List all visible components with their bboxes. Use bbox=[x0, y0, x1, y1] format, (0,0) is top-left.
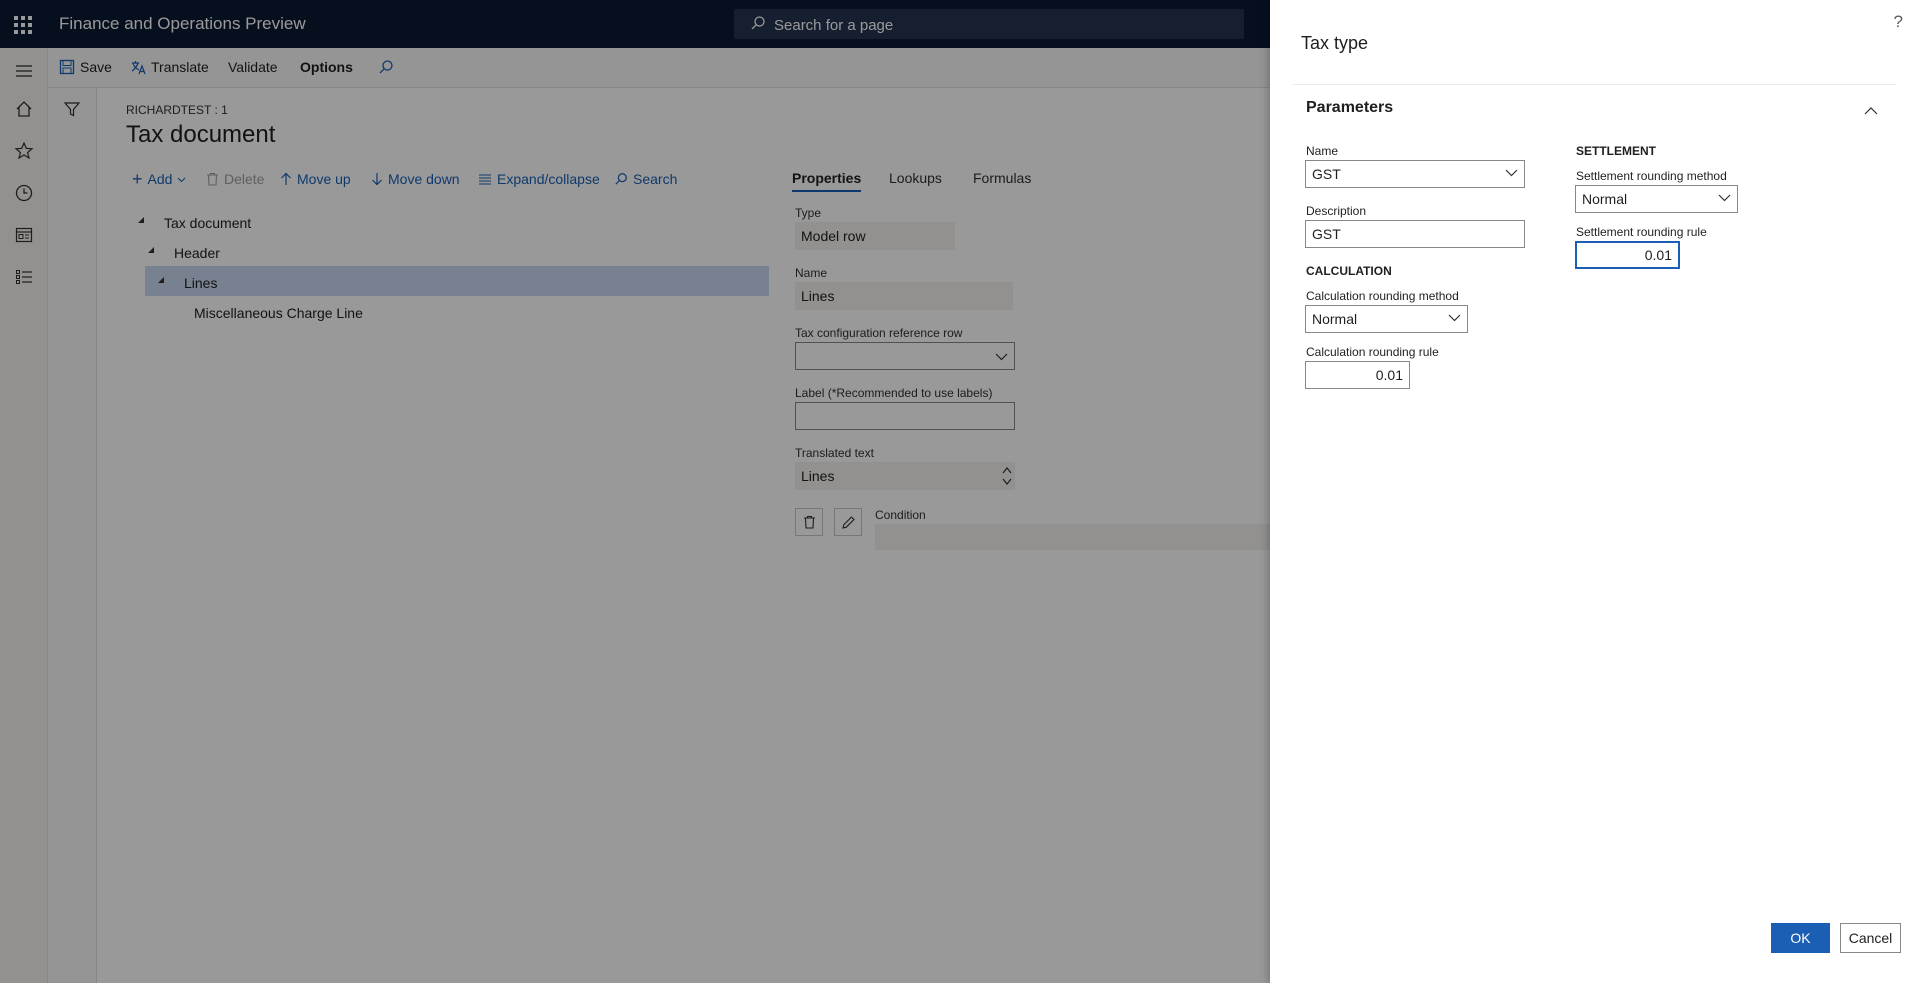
settle-rounding-method-value: Normal bbox=[1582, 191, 1628, 207]
name-value: GST bbox=[1312, 166, 1341, 182]
chevron-up-icon[interactable] bbox=[1864, 102, 1878, 118]
dialog-title: Tax type bbox=[1301, 33, 1369, 53]
help-icon[interactable]: ? bbox=[1894, 12, 1903, 32]
calc-rounding-rule-label: Calculation rounding rule bbox=[1306, 345, 1439, 359]
name-dropdown[interactable]: GST bbox=[1305, 160, 1525, 188]
modal-overlay bbox=[0, 0, 1270, 983]
chevron-down-icon bbox=[1448, 314, 1461, 322]
chevron-down-icon bbox=[1718, 194, 1731, 202]
cancel-button[interactable]: Cancel bbox=[1840, 923, 1901, 953]
ok-button[interactable]: OK bbox=[1771, 923, 1830, 953]
settle-rounding-method-label: Settlement rounding method bbox=[1576, 169, 1727, 183]
calc-rounding-method-label: Calculation rounding method bbox=[1306, 289, 1459, 303]
settlement-group-header: SETTLEMENT bbox=[1576, 144, 1656, 158]
calc-rounding-rule-input[interactable]: 0.01 bbox=[1305, 361, 1410, 389]
name-label: Name bbox=[1306, 144, 1339, 158]
settle-rounding-rule-input[interactable]: 0.01 bbox=[1575, 241, 1680, 269]
description-label: Description bbox=[1306, 204, 1367, 218]
chevron-down-icon bbox=[1505, 169, 1518, 177]
parameters-fasttab-title: Parameters bbox=[1306, 99, 1394, 116]
settle-rounding-rule-label: Settlement rounding rule bbox=[1576, 225, 1707, 239]
calculation-group-header: CALCULATION bbox=[1306, 264, 1392, 278]
calc-rounding-method-value: Normal bbox=[1312, 311, 1358, 327]
settle-rounding-method-dropdown[interactable]: Normal bbox=[1575, 185, 1738, 213]
description-input[interactable]: GST bbox=[1305, 220, 1525, 248]
calc-rounding-method-dropdown[interactable]: Normal bbox=[1305, 305, 1468, 333]
